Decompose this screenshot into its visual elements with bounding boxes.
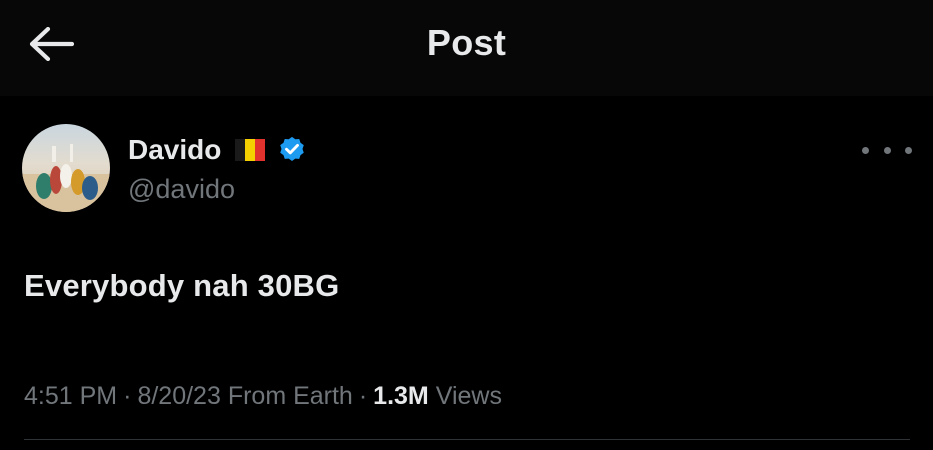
page-title: Post [426,22,507,63]
post: Davido @davido Everybody nah 30BG 4:51 P… [0,96,933,450]
post-metadata: 4:51 PM · 8/20/23 From Earth · 1.3M Views [24,382,502,411]
divider [24,439,910,440]
top-navigation-bar: Post [0,0,933,96]
post-time[interactable]: 4:51 PM [24,382,117,410]
more-options-icon [862,146,869,154]
more-options-icon [883,146,891,154]
separator: · [358,382,368,410]
author-name-row: Davido [128,132,307,168]
more-options-icon [905,146,912,154]
post-date[interactable]: 8/20/23 [137,382,220,410]
author-info: Davido @davido [128,132,307,205]
views-count: 1.3M [373,382,429,410]
avatar[interactable] [22,124,110,212]
belgium-flag-icon [235,139,266,161]
post-text: Everybody nah 30BG [24,268,340,303]
verified-badge-icon [280,136,305,161]
views-label: Views [435,382,502,410]
author-display-name[interactable]: Davido [128,134,221,166]
author-handle[interactable]: @davido [128,174,307,205]
avatar-image [22,124,110,212]
more-options-button[interactable] [862,140,912,160]
post-source: From Earth [227,382,353,410]
separator: · [123,382,132,410]
